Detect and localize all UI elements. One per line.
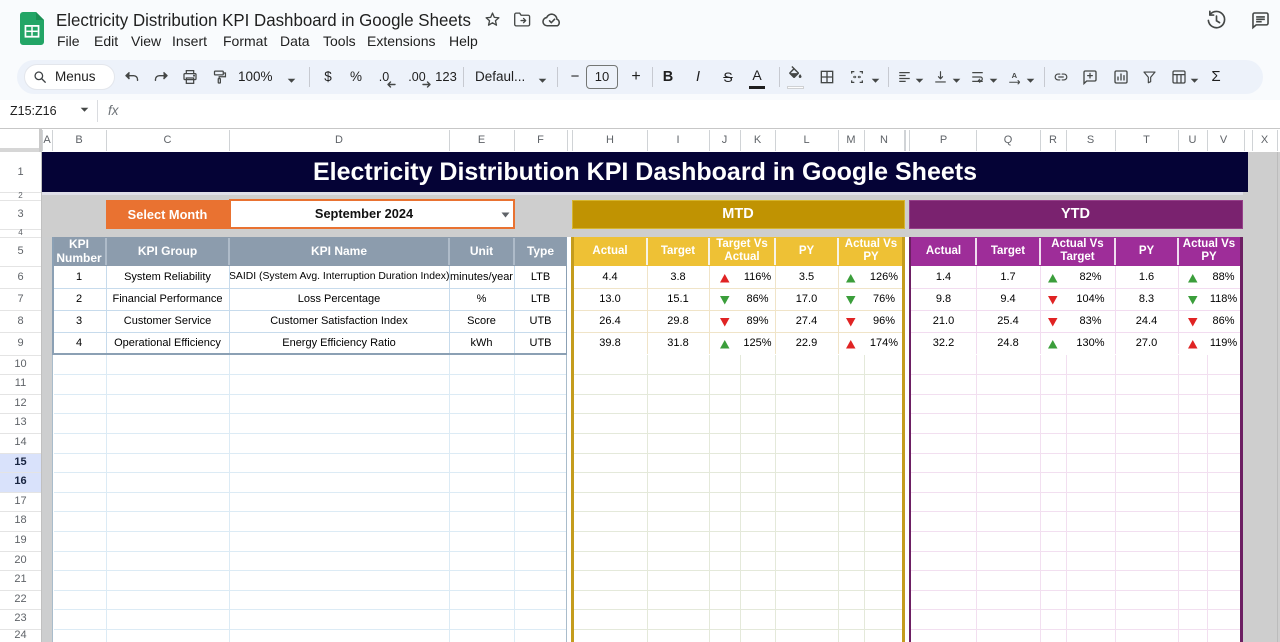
svg-text:A: A bbox=[1012, 71, 1018, 80]
